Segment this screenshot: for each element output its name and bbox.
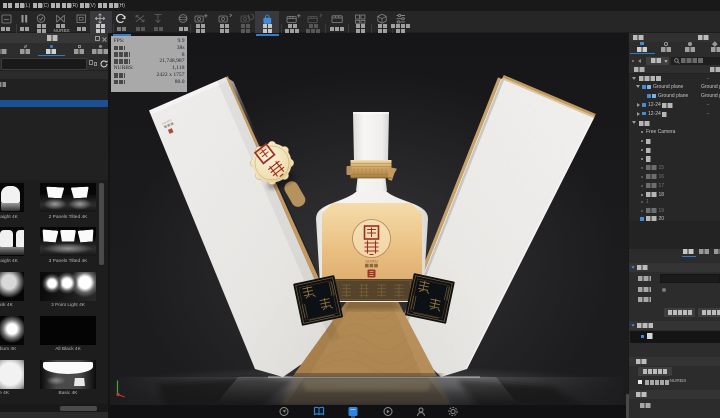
svg-text:GUOFU: GUOFU <box>365 260 378 264</box>
